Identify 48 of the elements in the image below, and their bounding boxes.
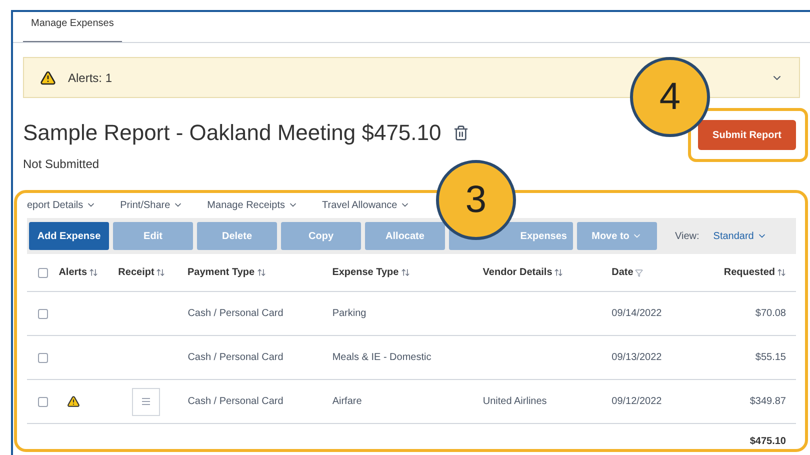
column-header[interactable]: Payment Type (188, 265, 255, 280)
menu-link[interactable]: eport Details (27, 198, 96, 212)
checkbox[interactable] (38, 396, 48, 406)
checkbox[interactable] (38, 308, 48, 318)
table-cell: 09/12/2022 (612, 396, 662, 407)
trash-icon[interactable] (453, 124, 470, 140)
view-dropdown[interactable]: Standard (713, 228, 767, 244)
sort-icon[interactable] (777, 268, 786, 277)
receipt-icon[interactable] (132, 388, 160, 416)
table-cell-text: $70.08 (755, 307, 786, 321)
table-cell-text: $349.87 (750, 395, 786, 409)
table-cell: Parking (332, 308, 366, 319)
sort-icon[interactable] (156, 268, 166, 277)
menu-link[interactable]: Print/Share (120, 198, 184, 212)
table-cell: Airfare (332, 396, 362, 407)
report-status: Not Submitted (23, 156, 100, 173)
submit-report-button[interactable]: Submit Report (698, 120, 796, 150)
column-header[interactable]: Expense Type (332, 265, 399, 280)
column-header[interactable]: Requested (724, 265, 775, 280)
tab[interactable]: Manage Expenses (23, 16, 122, 42)
table-cell: 09/14/2022 (612, 308, 662, 319)
alert-count: Alerts: 1 (68, 70, 112, 86)
report-title: Sample Report - Oakland Meeting $475.10 (23, 119, 442, 147)
sort-icon[interactable] (400, 268, 410, 277)
table-cell-text: $55.15 (755, 351, 786, 365)
callout-badge: 3 (436, 160, 516, 240)
column-header[interactable]: Vendor Details (482, 265, 552, 280)
warning-icon (40, 70, 56, 86)
filter-icon[interactable] (635, 268, 644, 276)
menu-link[interactable]: Manage Receipts (207, 198, 298, 212)
column-header[interactable]: Receipt (118, 265, 154, 280)
sort-icon[interactable] (256, 268, 266, 277)
table-cell: Meals & IE - Domestic (332, 352, 432, 363)
view-label: View: (675, 230, 700, 244)
checkbox[interactable] (38, 268, 48, 278)
toolbar-button[interactable]: Add Expense (29, 222, 109, 250)
table-cell: 09/13/2022 (612, 352, 662, 363)
column-header[interactable]: Date (612, 265, 634, 280)
sort-icon[interactable] (554, 268, 564, 277)
table-cell: Cash / Personal Card (188, 352, 284, 363)
menu-link[interactable]: Travel Allowance (322, 198, 410, 212)
table-cell: United Airlines (482, 396, 547, 407)
checkbox[interactable] (38, 352, 48, 362)
total-amount: $475.10 (750, 434, 786, 448)
table-cell: Cash / Personal Card (188, 396, 284, 407)
column-header[interactable]: Alerts (58, 265, 88, 280)
sort-icon[interactable] (89, 268, 98, 277)
table-cell: Cash / Personal Card (188, 308, 284, 319)
